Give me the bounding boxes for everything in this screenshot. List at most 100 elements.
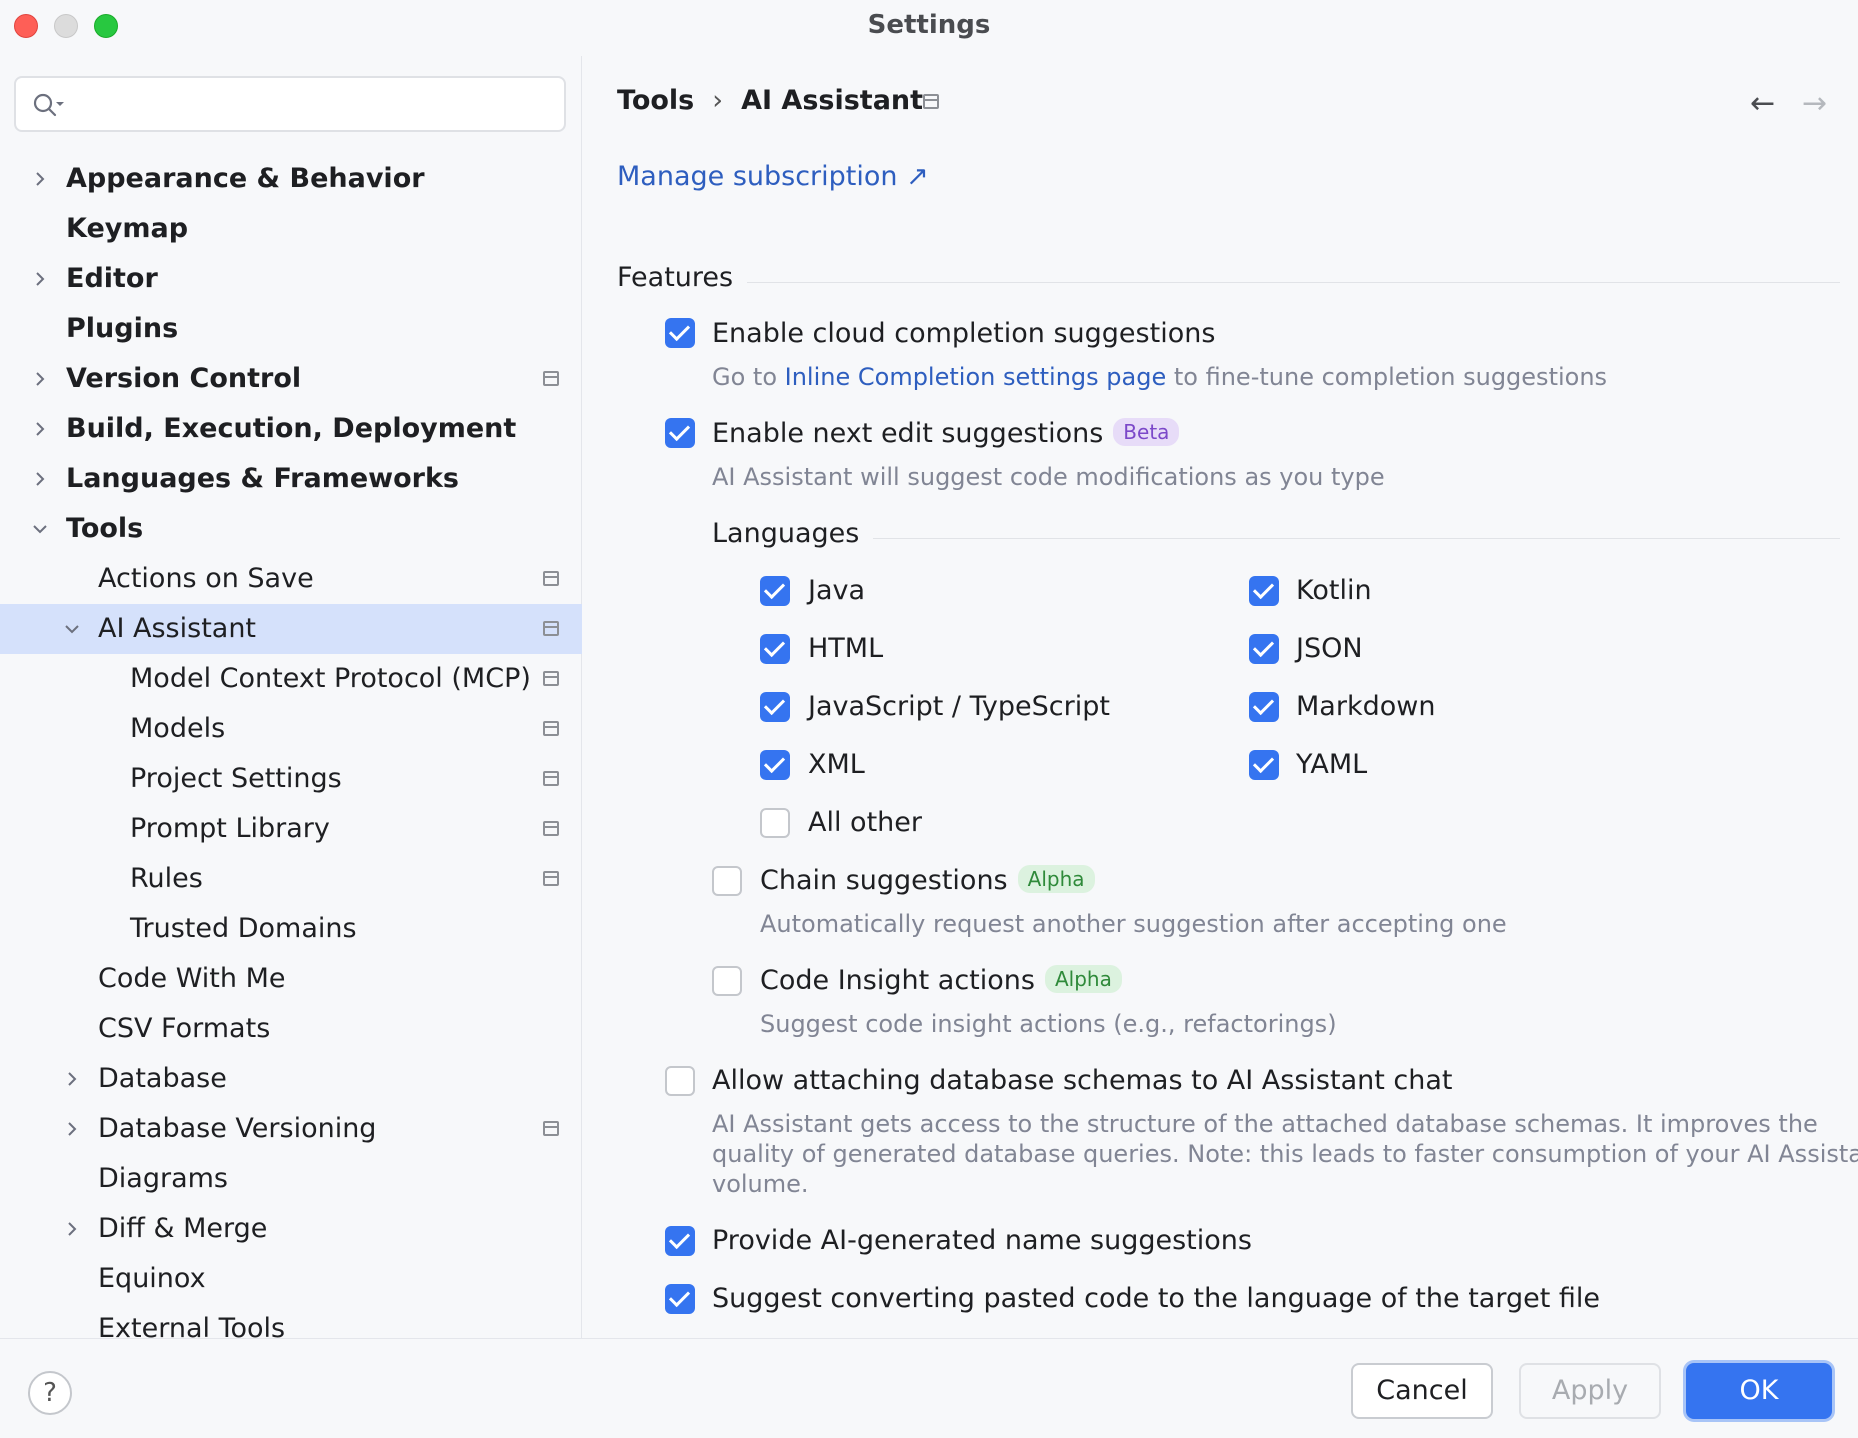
all-other-label[interactable]: All other	[808, 807, 922, 838]
sidebar-item-build-execution-deployment[interactable]: Build, Execution, Deployment	[0, 404, 582, 454]
chevron-right-icon[interactable]	[62, 1069, 82, 1089]
chevron-down-icon[interactable]	[62, 619, 82, 639]
title-bar: Settings	[0, 0, 1858, 56]
sidebar-item-label: Models	[130, 713, 226, 744]
chevron-right-icon[interactable]	[30, 469, 50, 489]
code-insight-checkbox[interactable]	[712, 966, 742, 996]
back-arrow-icon[interactable]: ←	[1750, 86, 1775, 121]
cancel-button[interactable]: Cancel	[1351, 1363, 1493, 1419]
markdown-label[interactable]: Markdown	[1296, 691, 1435, 722]
chevron-right-icon[interactable]	[30, 269, 50, 289]
next-edit-checkbox[interactable]	[665, 418, 695, 448]
markdown-checkbox[interactable]	[1249, 692, 1279, 722]
sidebar-item-appearance-behavior[interactable]: Appearance & Behavior	[0, 154, 582, 204]
sidebar-item-label: Actions on Save	[98, 563, 314, 594]
sidebar-item-project-settings[interactable]: Project Settings	[0, 754, 582, 804]
json-checkbox[interactable]	[1249, 634, 1279, 664]
code-insight-label[interactable]: Code Insight actions Alpha	[760, 965, 1122, 996]
manage-subscription-link[interactable]: Manage subscription ↗	[617, 161, 929, 192]
chain-suggestions-checkbox[interactable]	[712, 866, 742, 896]
sidebar-item-actions-on-save[interactable]: Actions on Save	[0, 554, 582, 604]
help-icon[interactable]: ?	[28, 1371, 72, 1415]
cloud-completion-label[interactable]: Enable cloud completion suggestions	[712, 318, 1215, 349]
sidebar-item-diff-merge[interactable]: Diff & Merge	[0, 1204, 582, 1254]
sidebar-item-version-control[interactable]: Version Control	[0, 354, 582, 404]
sidebar-item-label: Database	[98, 1063, 227, 1094]
javascript-typescript-label[interactable]: JavaScript / TypeScript	[808, 691, 1110, 722]
sidebar-item-models[interactable]: Models	[0, 704, 582, 754]
sidebar-item-ai-assistant[interactable]: AI Assistant	[0, 604, 582, 654]
sidebar-item-code-with-me[interactable]: Code With Me	[0, 954, 582, 1004]
sidebar-item-keymap[interactable]: Keymap	[0, 204, 582, 254]
beta-badge: Beta	[1113, 418, 1180, 446]
chevron-right-icon[interactable]	[30, 169, 50, 189]
name-suggestions-label[interactable]: Provide AI-generated name suggestions	[712, 1225, 1252, 1256]
forward-arrow-icon[interactable]: →	[1802, 86, 1827, 121]
sidebar-item-label: Diagrams	[98, 1163, 228, 1194]
html-label[interactable]: HTML	[808, 633, 883, 664]
sidebar-item-editor[interactable]: Editor	[0, 254, 582, 304]
breadcrumb: Tools › AI Assistant	[617, 85, 923, 116]
sidebar-item-label: Database Versioning	[98, 1113, 377, 1144]
project-scope-icon	[543, 571, 559, 586]
convert-pasted-checkbox[interactable]	[665, 1284, 695, 1314]
json-label[interactable]: JSON	[1296, 633, 1363, 664]
yaml-checkbox[interactable]	[1249, 750, 1279, 780]
project-scope-icon	[543, 821, 559, 836]
chain-suggestions-hint: Automatically request another suggestion…	[760, 910, 1507, 938]
sidebar-item-equinox[interactable]: Equinox	[0, 1254, 582, 1304]
sidebar-item-label: Build, Execution, Deployment	[66, 413, 517, 444]
apply-button[interactable]: Apply	[1519, 1363, 1661, 1419]
sidebar-item-trusted-domains[interactable]: Trusted Domains	[0, 904, 582, 954]
sidebar-item-label: Appearance & Behavior	[66, 163, 425, 194]
breadcrumb-current: AI Assistant	[741, 85, 924, 116]
next-edit-label[interactable]: Enable next edit suggestions Beta	[712, 418, 1180, 449]
sidebar-item-label: Trusted Domains	[130, 913, 357, 944]
hint-text: to fine-tune completion suggestions	[1166, 363, 1608, 391]
javascript-typescript-checkbox[interactable]	[760, 692, 790, 722]
db-schemas-checkbox[interactable]	[665, 1066, 695, 1096]
sidebar-item-plugins[interactable]: Plugins	[0, 304, 582, 354]
settings-tree: Appearance & Behavior Keymap Editor Plugins…	[0, 154, 582, 1354]
languages-section: Languages	[712, 518, 1840, 549]
chevron-right-icon[interactable]	[62, 1119, 82, 1139]
sidebar-item-prompt-library[interactable]: Prompt Library	[0, 804, 582, 854]
hint-text: Go to	[712, 363, 785, 391]
sidebar-item-languages-frameworks[interactable]: Languages & Frameworks	[0, 454, 582, 504]
xml-checkbox[interactable]	[760, 750, 790, 780]
yaml-label[interactable]: YAML	[1296, 749, 1367, 780]
sidebar-item-diagrams[interactable]: Diagrams	[0, 1154, 582, 1204]
chain-suggestions-label[interactable]: Chain suggestions Alpha	[760, 865, 1095, 896]
inline-completion-settings-link[interactable]: Inline Completion settings page	[785, 363, 1167, 391]
sidebar-item-model-context-protocol-mcp[interactable]: Model Context Protocol (MCP)	[0, 654, 582, 704]
sidebar-item-label: Code With Me	[98, 963, 286, 994]
java-label[interactable]: Java	[808, 575, 865, 606]
search-input[interactable]	[14, 76, 566, 132]
next-edit-hint: AI Assistant will suggest code modificat…	[712, 463, 1385, 491]
sidebar-item-rules[interactable]: Rules	[0, 854, 582, 904]
all-other-checkbox[interactable]	[760, 808, 790, 838]
chevron-right-icon[interactable]	[62, 1219, 82, 1239]
breadcrumb-parent[interactable]: Tools	[617, 85, 694, 116]
sidebar-item-label: Plugins	[66, 313, 179, 344]
chevron-right-icon[interactable]	[30, 369, 50, 389]
ok-button[interactable]: OK	[1686, 1363, 1832, 1419]
name-suggestions-checkbox[interactable]	[665, 1226, 695, 1256]
chevron-right-icon[interactable]	[30, 419, 50, 439]
kotlin-checkbox[interactable]	[1249, 576, 1279, 606]
sidebar-item-database-versioning[interactable]: Database Versioning	[0, 1104, 582, 1154]
sidebar-item-label: Keymap	[66, 213, 189, 244]
cloud-completion-checkbox[interactable]	[665, 318, 695, 348]
convert-pasted-label[interactable]: Suggest converting pasted code to the la…	[712, 1283, 1600, 1314]
html-checkbox[interactable]	[760, 634, 790, 664]
kotlin-label[interactable]: Kotlin	[1296, 575, 1372, 606]
java-checkbox[interactable]	[760, 576, 790, 606]
db-schemas-hint-line3: volume.	[712, 1170, 809, 1198]
chevron-down-icon[interactable]	[30, 519, 50, 539]
db-schemas-label[interactable]: Allow attaching database schemas to AI A…	[712, 1065, 1452, 1096]
sidebar-item-database[interactable]: Database	[0, 1054, 582, 1104]
sidebar-item-label: CSV Formats	[98, 1013, 271, 1044]
xml-label[interactable]: XML	[808, 749, 865, 780]
sidebar-item-csv-formats[interactable]: CSV Formats	[0, 1004, 582, 1054]
sidebar-item-tools[interactable]: Tools	[0, 504, 582, 554]
